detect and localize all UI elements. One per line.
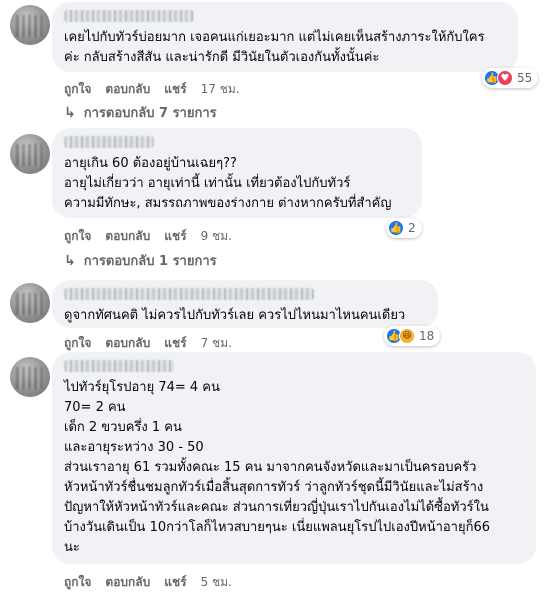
commenter-avatar[interactable] xyxy=(10,283,50,323)
comment-text: ดูจากทัศนคติ ไม่ควรไปกับทัวร์เลย ควรไปไห… xyxy=(64,308,406,323)
share-button[interactable]: แชร์ xyxy=(164,334,186,353)
like-button[interactable]: ถูกใจ xyxy=(64,573,91,592)
commenter-name-blurred[interactable] xyxy=(64,288,314,300)
comment-bubble: ไปทัวร์ยุโรปอายุ 74= 4 คน 70= 2 คน เด็ก … xyxy=(52,352,536,564)
reply-arrow-icon: ↳ xyxy=(64,104,76,121)
comment-actions: ถูกใจ ตอบกลับ แชร์ 17 ชม. xyxy=(64,80,254,99)
share-button[interactable]: แชร์ xyxy=(164,80,186,99)
comment-bubble: อายุเกิน 60 ต้องอยู่บ้านเฉยๆ?? อายุไม่เก… xyxy=(52,128,422,218)
comment-bubble: เคยไปกับทัวร์บ่อยมาก เจอคนแก่เยอะมาก แต่… xyxy=(52,2,518,72)
share-button[interactable]: แชร์ xyxy=(164,573,186,592)
comment-actions: ถูกใจ ตอบกลับ แชร์ 7 ชม. xyxy=(64,334,246,353)
reactions-summary[interactable]: 👍 😆 18 xyxy=(384,326,441,346)
reply-button[interactable]: ตอบกลับ xyxy=(105,227,150,246)
love-reaction-icon: ♥ xyxy=(497,70,513,86)
view-replies-link[interactable]: ↳ การตอบกลับ 1 รายการ xyxy=(64,250,217,271)
comment-actions: ถูกใจ ตอบกลับ แชร์ 5 ชม. xyxy=(64,573,246,592)
timestamp[interactable]: 17 ชม. xyxy=(201,80,240,99)
replies-label: การตอบกลับ 7 รายการ xyxy=(83,106,217,121)
timestamp[interactable]: 5 ชม. xyxy=(201,573,232,592)
commenter-name-blurred[interactable] xyxy=(64,360,174,372)
view-replies-link[interactable]: ↳ การตอบกลับ 7 รายการ xyxy=(64,102,217,123)
comment-actions: ถูกใจ ตอบกลับ แชร์ 9 ชม. xyxy=(64,227,246,246)
like-button[interactable]: ถูกใจ xyxy=(64,334,91,353)
share-button[interactable]: แชร์ xyxy=(164,227,186,246)
replies-label: การตอบกลับ 1 รายการ xyxy=(83,254,217,269)
comment-text: เคยไปกับทัวร์บ่อยมาก เจอคนแก่เยอะมาก แต่… xyxy=(64,30,485,65)
reaction-count: 18 xyxy=(419,329,435,343)
commenter-avatar[interactable] xyxy=(10,134,50,174)
comment-text: ไปทัวร์ยุโรปอายุ 74= 4 คน 70= 2 คน เด็ก … xyxy=(64,380,491,555)
commenter-name-blurred[interactable] xyxy=(64,136,154,148)
comment-text: อายุเกิน 60 ต้องอยู่บ้านเฉยๆ?? อายุไม่เก… xyxy=(64,156,392,211)
reactions-summary[interactable]: 👍 ♥ 55 xyxy=(482,68,539,88)
like-button[interactable]: ถูกใจ xyxy=(64,80,91,99)
reply-button[interactable]: ตอบกลับ xyxy=(105,573,150,592)
reply-button[interactable]: ตอบกลับ xyxy=(105,80,150,99)
commenter-avatar[interactable] xyxy=(10,5,50,45)
reaction-count: 2 xyxy=(408,221,416,235)
reply-button[interactable]: ตอบกลับ xyxy=(105,334,150,353)
reactions-summary[interactable]: 👍 2 xyxy=(386,218,422,238)
like-reaction-icon: 👍 xyxy=(388,220,404,236)
haha-reaction-icon: 😆 xyxy=(399,328,415,344)
reaction-count: 55 xyxy=(517,71,533,85)
timestamp[interactable]: 7 ชม. xyxy=(201,334,232,353)
like-button[interactable]: ถูกใจ xyxy=(64,227,91,246)
reply-arrow-icon: ↳ xyxy=(64,252,76,269)
comment-bubble: ดูจากทัศนคติ ไม่ควรไปกับทัวร์เลย ควรไปไห… xyxy=(52,280,438,328)
commenter-name-blurred[interactable] xyxy=(64,10,194,22)
commenter-avatar[interactable] xyxy=(10,357,50,397)
timestamp[interactable]: 9 ชม. xyxy=(201,227,232,246)
